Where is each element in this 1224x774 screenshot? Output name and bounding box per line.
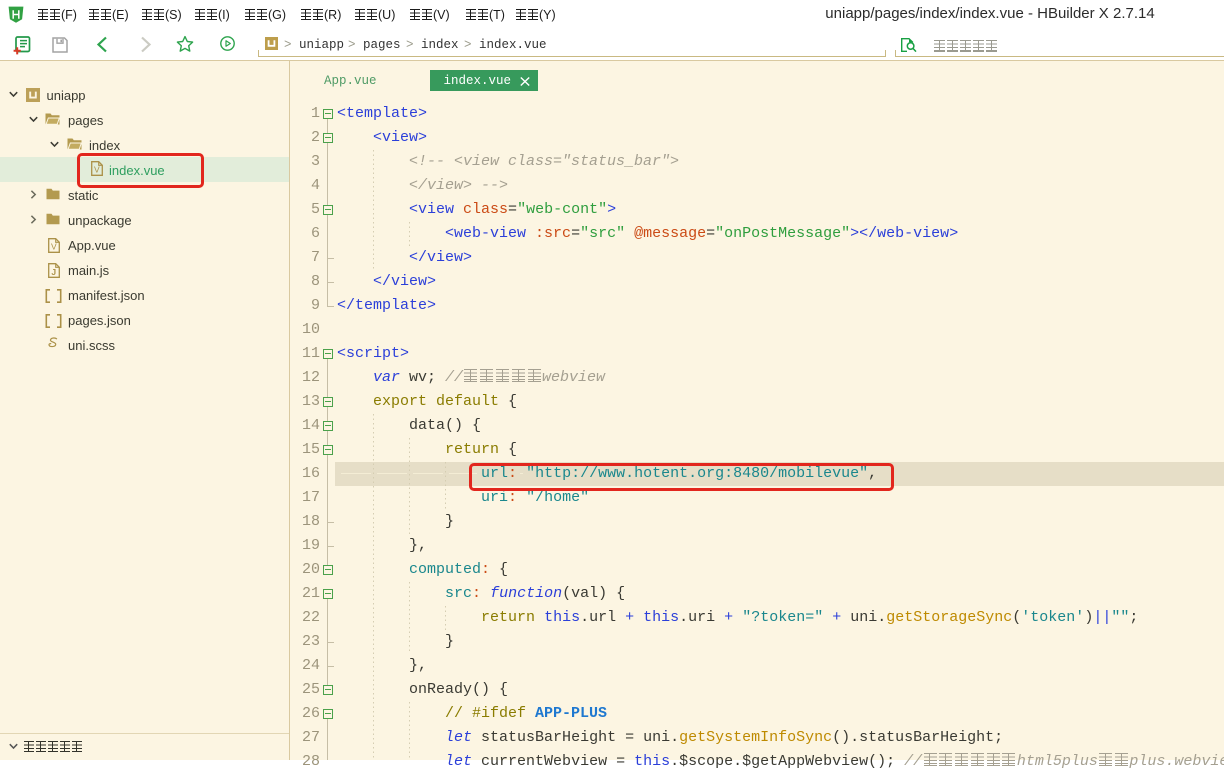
svg-text:J: J: [51, 267, 56, 277]
svg-text:V: V: [50, 241, 56, 251]
